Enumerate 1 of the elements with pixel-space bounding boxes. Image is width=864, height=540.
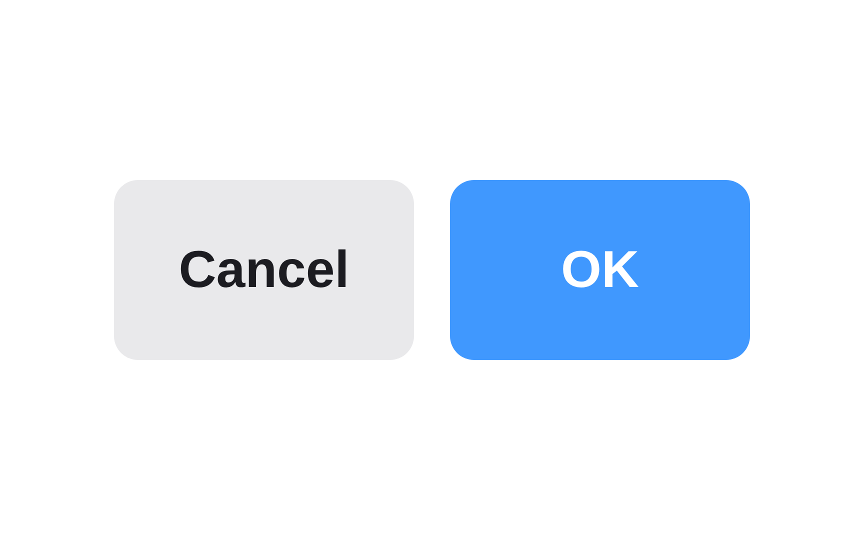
cancel-button[interactable]: Cancel xyxy=(114,180,414,360)
